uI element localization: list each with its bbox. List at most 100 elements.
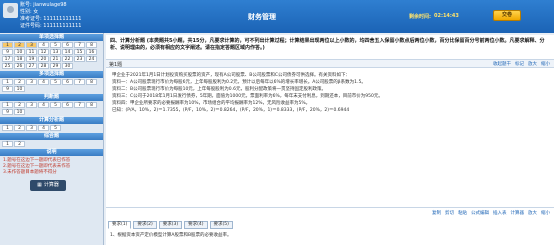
tab-req-1[interactable]: 要求(1) <box>108 221 132 229</box>
question-number-grid: 1 2 3 4 5 6 7 8 9 10 <box>0 101 103 116</box>
question-number-button[interactable]: 28 <box>38 63 49 69</box>
calculator-icon: ▦ <box>37 182 42 188</box>
question-number-button[interactable]: 3 <box>26 102 37 108</box>
mark-button[interactable]: 标记 <box>515 61 524 67</box>
question-number-button[interactable]: 10 <box>14 49 25 55</box>
question-number-grid: 1 2 3 4 5 6 7 8 9 10 <box>0 78 103 93</box>
question-number-button[interactable]: 14 <box>62 49 73 55</box>
question-number-button[interactable]: 2 <box>14 141 25 147</box>
question-number-button[interactable]: 18 <box>14 56 25 62</box>
question-number-button[interactable]: 7 <box>74 79 85 85</box>
question-number-button[interactable]: 30 <box>62 63 73 69</box>
question-number-grid: 1 2 3 4 5 6 7 8 9 10 11 12 13 14 15 16 17 18 19 20 21 22 23 24 2… <box>0 41 103 70</box>
question-number-button[interactable]: 19 <box>26 56 37 62</box>
question-number-button[interactable]: 4 <box>38 42 49 48</box>
tab-req-2[interactable]: 要求(2) <box>133 221 157 229</box>
content-line: 已知：(P/A，10%，2)＝1.7355，(P/F，10%，2)＝0.8264… <box>112 108 350 113</box>
content-line: 资料一：A公司股票现行市价为每股6元，上年每股股利为0.2元，预计以后每年以6%… <box>112 80 366 85</box>
paste-button[interactable]: 粘贴 <box>458 210 467 216</box>
question-number-button[interactable]: 1 <box>2 141 13 147</box>
main-panel: 四、计算分析题 (本类题共5小题，共15分，凡要求计算的，可不列出计算过程；计算… <box>106 35 554 245</box>
question-instructions: 四、计算分析题 (本类题共5小题，共15分，凡要求计算的，可不列出计算过程；计算… <box>110 38 545 51</box>
question-number-button[interactable]: 24 <box>86 56 97 62</box>
formula-button[interactable]: 公式编辑 <box>471 210 489 216</box>
question-number-button[interactable]: 6 <box>62 102 73 108</box>
submit-button[interactable]: 交卷 <box>493 10 521 21</box>
question-number-button[interactable]: 6 <box>62 42 73 48</box>
question-number-button[interactable]: 1 <box>2 79 13 85</box>
question-number-button[interactable]: 9 <box>2 109 13 115</box>
question-number-button[interactable]: 1 <box>2 42 13 48</box>
calculator-button[interactable]: ▦ 计算器 <box>30 180 66 191</box>
question-number-button[interactable]: 10 <box>14 109 25 115</box>
question-number-button[interactable]: 3 <box>26 125 37 131</box>
timer: 02:14:43 <box>434 13 459 19</box>
question-number-button[interactable]: 11 <box>26 49 37 55</box>
zoom-in-button[interactable]: 放大 <box>528 61 537 67</box>
app-header: 账号: jianwulage98 性别: 女 准考证号: 11111111111… <box>0 0 554 33</box>
copy-button[interactable]: 复制 <box>432 210 441 216</box>
question-number-button[interactable]: 29 <box>50 63 61 69</box>
content-line: 资料三：C公司于2018年1月1日发行债券，5年期，面值为1000元，票面利率为… <box>112 94 383 99</box>
answer-zoom-in-button[interactable]: 放大 <box>528 210 537 216</box>
question-number-button[interactable]: 9 <box>2 86 13 92</box>
tab-req-5[interactable]: 要求(5) <box>209 221 233 229</box>
question-number-button[interactable]: 26 <box>14 63 25 69</box>
question-number-button[interactable]: 2 <box>14 79 25 85</box>
question-number-button[interactable]: 17 <box>2 56 13 62</box>
question-number-button[interactable]: 21 <box>50 56 61 62</box>
question-number-button[interactable]: 4 <box>38 125 49 131</box>
insert-table-button[interactable]: 插入表 <box>493 210 507 216</box>
question-number-button[interactable]: 20 <box>38 56 49 62</box>
user-info: 账号: jianwulage98 性别: 女 准考证号: 11111111111… <box>20 2 81 30</box>
section-header[interactable]: 单项选择题 <box>0 34 103 41</box>
collapse-stem-button[interactable]: 收起题干 <box>493 61 511 67</box>
question-number-button[interactable]: 3 <box>26 79 37 85</box>
question-number-button[interactable]: 1 <box>2 125 13 131</box>
question-number-button[interactable]: 9 <box>2 49 13 55</box>
question-number-button[interactable]: 23 <box>74 56 85 62</box>
content-line: 甲企业于2021年1月1日计划投资购买股票的资产，现有A公司股票、B公司股票和C… <box>112 73 350 78</box>
requirement-text: 1、根据资本资产定价模型计算A股票和B股票的必要收益率。 <box>110 233 232 238</box>
tab-req-4[interactable]: 要求(4) <box>184 221 208 229</box>
question-number-grid: 12345 <box>0 124 103 132</box>
question-number-button[interactable]: 4 <box>38 102 49 108</box>
question-number-button[interactable]: 16 <box>86 49 97 55</box>
calculator-button[interactable]: 计算器 <box>511 210 525 216</box>
question-number-button[interactable]: 8 <box>86 102 97 108</box>
question-number-button[interactable]: 27 <box>26 63 37 69</box>
answer-toolbar: 复制 剪切 粘贴 公式编辑 插入表 计算器 放大 缩小 <box>106 207 554 217</box>
question-number-button[interactable]: 6 <box>62 79 73 85</box>
question-number-button[interactable]: 2 <box>14 42 25 48</box>
section-header[interactable]: 计算分析题 <box>0 117 103 124</box>
section-header[interactable]: 综合题 <box>0 133 103 140</box>
question-number-button[interactable]: 5 <box>50 42 61 48</box>
answer-zoom-out-button[interactable]: 缩小 <box>541 210 550 216</box>
question-number-button[interactable]: 22 <box>62 56 73 62</box>
sub-question-bar: 第1题 收起题干 标记 放大 缩小 <box>106 59 554 68</box>
question-number-button[interactable]: 13 <box>50 49 61 55</box>
cut-button[interactable]: 剪切 <box>445 210 454 216</box>
question-number-button[interactable]: 7 <box>74 102 85 108</box>
question-number-button[interactable]: 3 <box>26 42 37 48</box>
question-number-button[interactable]: 7 <box>74 42 85 48</box>
content-line: 资料二：B公司股票现行市价为每股10元，上年每股股利为0.6元，股利分配政策将一… <box>112 87 326 92</box>
question-number-button[interactable]: 8 <box>86 42 97 48</box>
question-number-button[interactable]: 5 <box>50 79 61 85</box>
question-number-button[interactable]: 25 <box>2 63 13 69</box>
question-number-button[interactable]: 5 <box>50 102 61 108</box>
question-number-button[interactable]: 5 <box>50 125 61 131</box>
exam-number: 准考证号: 111111111111 <box>20 16 82 22</box>
question-number-button[interactable]: 4 <box>38 79 49 85</box>
question-number-button[interactable]: 2 <box>14 125 25 131</box>
question-number-button[interactable]: 15 <box>74 49 85 55</box>
question-number-button[interactable]: 10 <box>14 86 25 92</box>
question-number-button[interactable]: 2 <box>14 102 25 108</box>
question-number-button[interactable]: 8 <box>86 79 97 85</box>
question-number-button[interactable]: 12 <box>38 49 49 55</box>
zoom-out-button[interactable]: 缩小 <box>541 61 550 67</box>
section-header[interactable]: 多项选择题 <box>0 71 103 78</box>
section-header[interactable]: 判断题 <box>0 94 103 101</box>
tab-req-3[interactable]: 要求(3) <box>158 221 183 229</box>
question-number-button[interactable]: 1 <box>2 102 13 108</box>
